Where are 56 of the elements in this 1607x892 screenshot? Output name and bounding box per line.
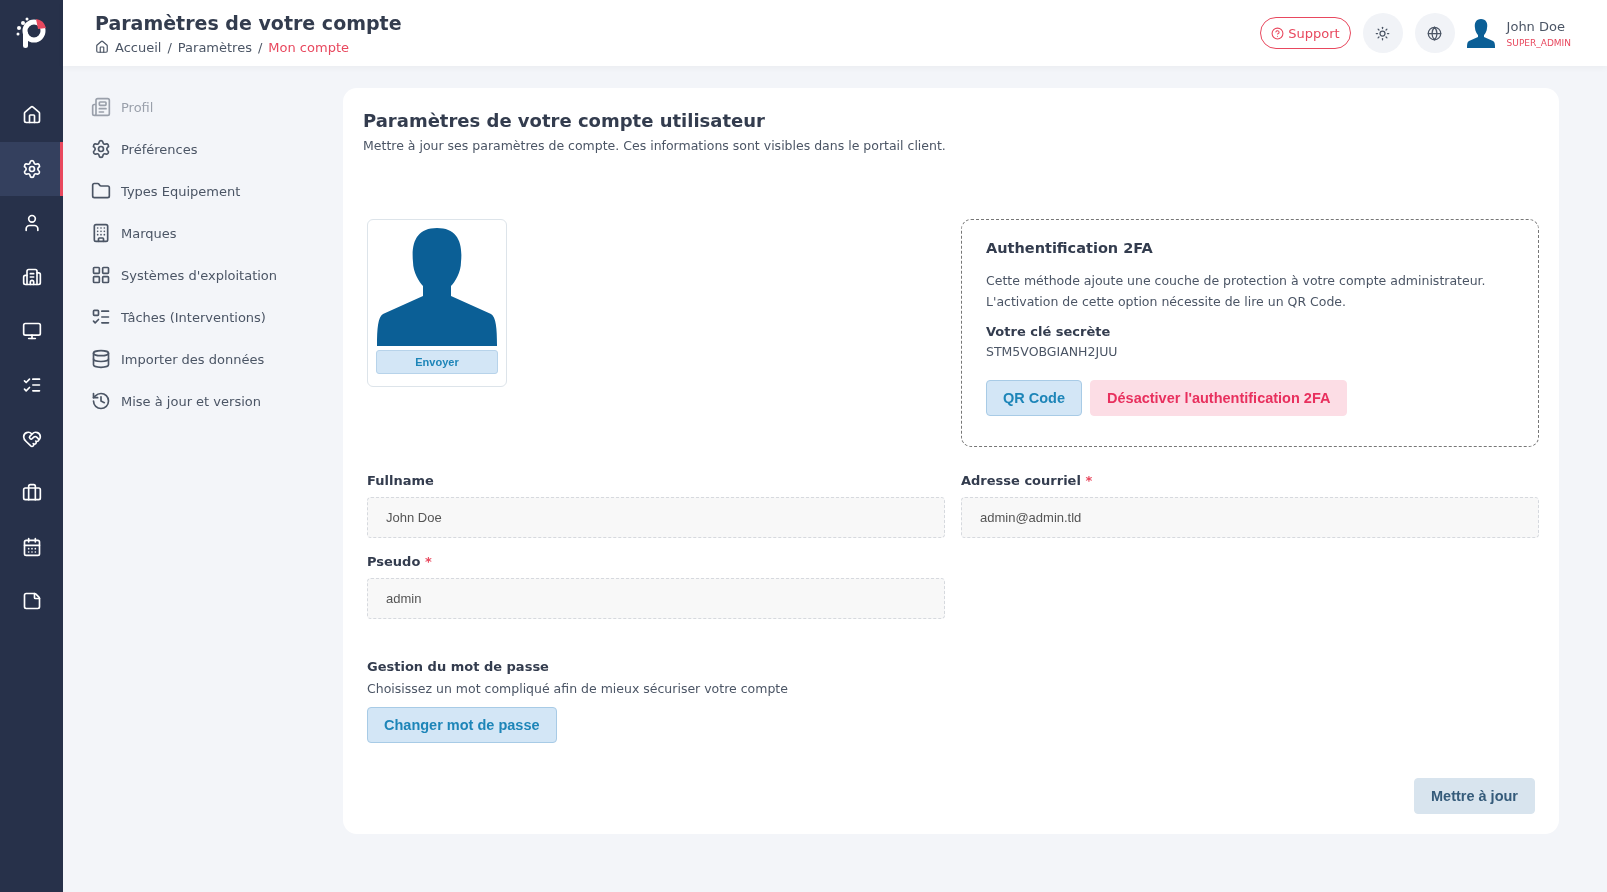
grid-icon	[91, 265, 111, 285]
settings-menu-item[interactable]: Préférences	[91, 139, 331, 159]
support-button[interactable]: Support	[1260, 17, 1351, 49]
settings-menu-item[interactable]: Tâches (Interventions)	[91, 307, 331, 327]
home-icon	[95, 40, 109, 54]
database-icon	[91, 349, 111, 369]
sun-icon	[1375, 25, 1391, 41]
settings-menu-item[interactable]: Marques	[91, 223, 331, 243]
settings-menu-item[interactable]: Importer des données	[91, 349, 331, 369]
task-list-icon	[91, 307, 111, 327]
text-field[interactable]: admin@admin.tld	[961, 497, 1539, 538]
breadcrumb-link[interactable]: Accueil	[115, 39, 162, 55]
field-label: Pseudo *	[367, 554, 433, 569]
sticky-note-icon	[21, 591, 42, 611]
language-button[interactable]	[1414, 13, 1455, 53]
list-icon	[21, 375, 42, 395]
nav-item[interactable]	[0, 142, 63, 196]
breadcrumb-separator: /	[167, 39, 172, 55]
history-icon	[91, 391, 111, 411]
home-icon	[21, 105, 42, 125]
settings-menu-item[interactable]: Mise à jour et version	[91, 391, 331, 411]
breadcrumb-link[interactable]: Mon compte	[268, 39, 349, 55]
help-icon	[1271, 26, 1285, 40]
card-title: Paramètres de votre compte utilisateur	[363, 110, 766, 131]
secret-key: STM5VOBGIANH2JUU	[986, 341, 1514, 362]
text-field[interactable]: John Doe	[367, 497, 945, 538]
twofa-description: L'activation de cette option nécessite de lire un QR Code.	[986, 293, 1347, 311]
avatar-silhouette-icon	[377, 228, 497, 346]
settings-menu-item[interactable]: Types Equipement	[91, 181, 331, 201]
folder-icon	[91, 181, 111, 201]
settings-icon	[21, 159, 42, 179]
building-icon	[91, 223, 111, 243]
monitor-icon	[21, 321, 42, 341]
breadcrumb-link[interactable]: Paramètres	[177, 39, 252, 55]
text-field[interactable]: admin	[367, 578, 945, 619]
save-button[interactable]: Mettre à jour	[1414, 778, 1535, 814]
settings-menu-item[interactable]: Systèmes d'exploitation	[91, 265, 331, 285]
twofa-title: Authentification 2FA	[986, 240, 1154, 256]
password-title: Gestion du mot de passe	[367, 659, 550, 674]
gear-icon	[91, 139, 111, 159]
field-label: Fullname	[367, 473, 435, 488]
secret-label: Votre clé secrète	[986, 324, 1112, 339]
avatar-icon	[1466, 18, 1495, 48]
field-label: Adresse courriel *	[961, 473, 1094, 488]
globe-icon	[1427, 25, 1443, 41]
password-hint: Choisissez un mot compliqué afin de mieux sécuriser votre compte	[367, 680, 789, 698]
user-name: John Doe	[1506, 18, 1566, 34]
building-icon	[21, 267, 42, 287]
calendar-icon	[21, 537, 42, 557]
user-role: SUPER_ADMIN	[1506, 37, 1571, 48]
breadcrumb-separator: /	[257, 39, 263, 55]
page-title: Paramètres de votre compte	[95, 11, 402, 34]
briefcase-icon	[21, 483, 42, 503]
heart-handshake-icon	[21, 429, 42, 449]
twofa-description: Cette méthode ajoute une couche de protection à votre compte administrateur.	[986, 272, 1487, 290]
card-subtitle: Mettre à jour ses paramètres de compte. Ces informations sont visibles dans le portail client.	[363, 138, 947, 153]
